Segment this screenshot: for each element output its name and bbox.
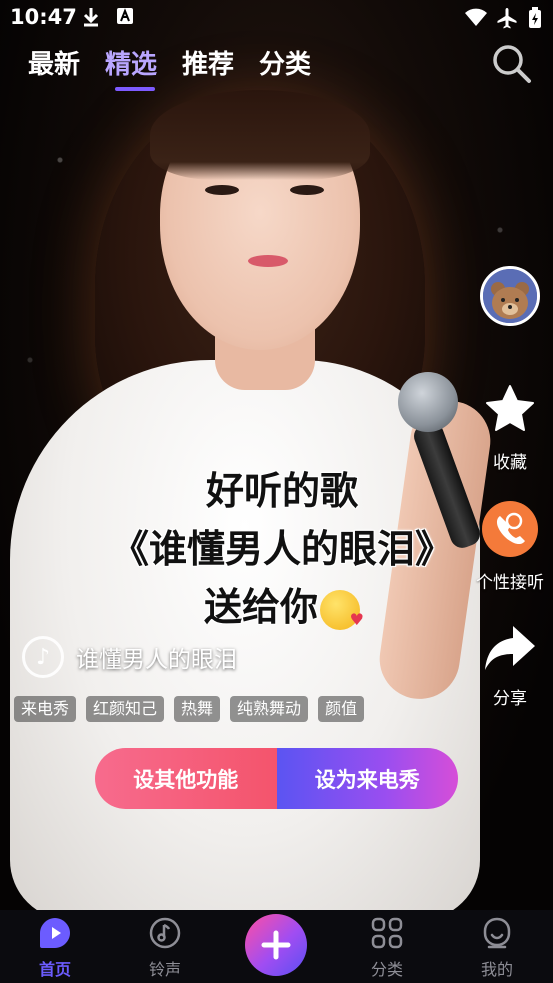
tag-item[interactable]: 颜值 <box>318 696 365 722</box>
wifi-icon <box>464 7 488 32</box>
set-call-show-button[interactable]: 设为来电秀 <box>276 748 458 809</box>
creator-avatar[interactable] <box>480 266 540 326</box>
bottom-nav: 首页 铃声 分类 我的 <box>0 910 553 983</box>
microphone-head <box>398 372 458 432</box>
music-note-icon: ♪ <box>22 636 64 678</box>
nav-home-label: 首页 <box>38 960 71 979</box>
caption-line-3: 送给你 <box>203 585 318 629</box>
kiss-emoji-icon: ♥ <box>320 589 364 630</box>
heart-icon: ♥ <box>349 609 364 629</box>
status-bar: 10:47 <box>0 0 553 36</box>
nav-home[interactable]: 首页 <box>15 916 95 980</box>
share-label: 分享 <box>493 689 527 709</box>
nav-ringtones-label: 铃声 <box>148 960 181 979</box>
nav-ringtones[interactable]: 铃声 <box>125 916 205 980</box>
performer-eye-right <box>290 185 324 195</box>
tab-categories[interactable]: 分类 <box>259 44 311 81</box>
caption-line-2: 《谁懂男人的眼泪》 <box>110 527 453 571</box>
create-button[interactable] <box>245 914 307 976</box>
song-info[interactable]: ♪ 谁懂男人的眼泪 <box>22 636 237 678</box>
bear-avatar-icon <box>483 269 537 323</box>
caption-line-3-wrapper: 送给你 ♥ <box>82 578 482 636</box>
action-buttons: 设其他功能 设为来电秀 <box>95 748 458 809</box>
nav-profile-label: 我的 <box>480 960 513 979</box>
profile-icon <box>483 917 511 949</box>
download-icon <box>82 7 100 32</box>
tag-item[interactable]: 纯熟舞动 <box>230 696 309 722</box>
nav-profile[interactable]: 我的 <box>457 916 537 980</box>
performer-eye-left <box>205 185 239 195</box>
home-play-icon <box>40 918 70 948</box>
tab-featured[interactable]: 精选 <box>105 44 158 91</box>
plus-icon <box>261 930 291 960</box>
tag-item[interactable]: 红颜知己 <box>86 696 165 722</box>
tag-item[interactable]: 来电秀 <box>14 696 77 722</box>
a-letter-icon <box>116 7 134 30</box>
search-icon <box>493 45 531 83</box>
search-button[interactable] <box>490 42 532 84</box>
other-functions-button[interactable]: 设其他功能 <box>95 748 277 809</box>
nav-categories[interactable]: 分类 <box>347 916 427 980</box>
tab-recommended[interactable]: 推荐 <box>182 44 234 81</box>
status-time: 10:47 <box>10 5 77 29</box>
video-caption: 好听的歌 《谁懂男人的眼泪》 送给你 ♥ <box>82 462 482 636</box>
star-icon <box>486 385 534 431</box>
phone-smile-icon <box>482 501 538 557</box>
tag-item[interactable]: 热舞 <box>174 696 221 722</box>
tag-list: 来电秀 红颜知己 热舞 纯熟舞动 颜值 <box>14 696 365 722</box>
tab-latest[interactable]: 最新 <box>28 44 80 81</box>
performer-bangs <box>150 90 370 180</box>
nav-categories-label: 分类 <box>370 960 403 979</box>
performer-lips <box>248 255 288 267</box>
music-note-icon <box>149 917 181 949</box>
active-tab-indicator <box>115 87 156 91</box>
battery-icon <box>528 7 542 34</box>
favorite-button[interactable]: 收藏 <box>466 382 553 473</box>
tab-featured-label: 精选 <box>105 50 158 80</box>
caption-line-1: 好听的歌 <box>205 469 358 513</box>
top-tabs: 最新 精选 推荐 分类 <box>28 44 311 91</box>
song-title: 谁懂男人的眼泪 <box>76 647 237 673</box>
airplane-icon <box>496 7 518 34</box>
grid-icon <box>371 917 403 949</box>
share-arrow-icon <box>485 626 535 670</box>
